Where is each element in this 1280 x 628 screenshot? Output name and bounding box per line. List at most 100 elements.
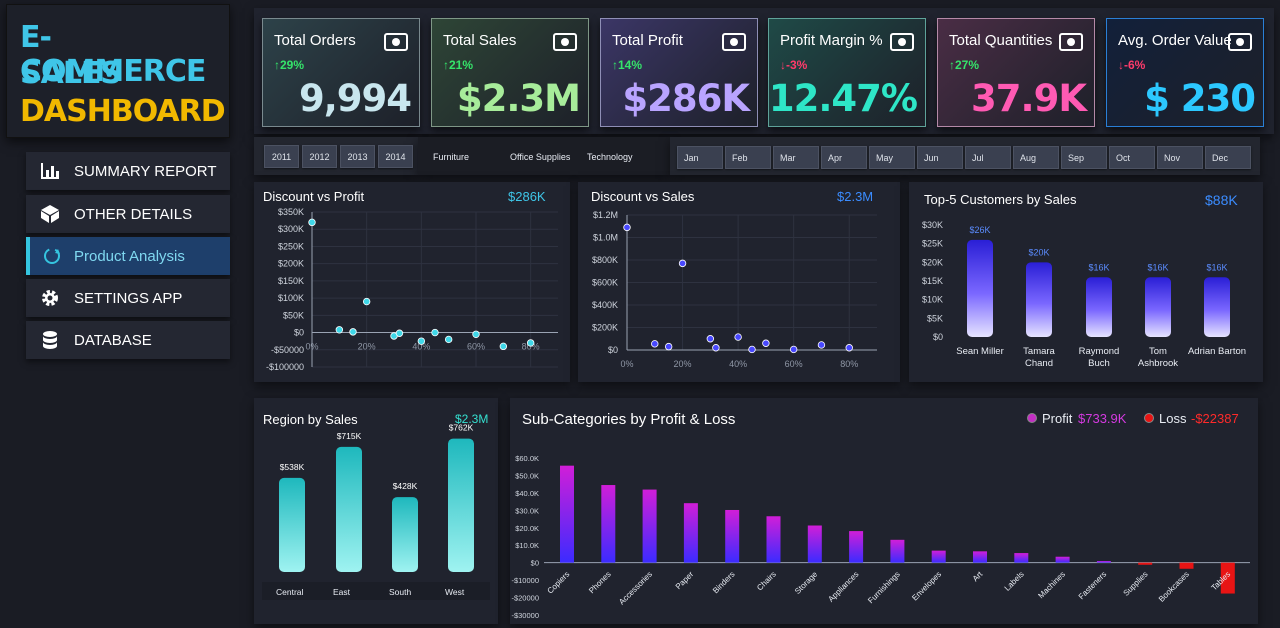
bar (642, 489, 657, 563)
category-label: Binders (711, 570, 737, 596)
category-label: Phones (587, 570, 613, 596)
data-point (417, 337, 426, 345)
kpi-value: 12.47% (768, 77, 918, 120)
kpi-card: Total Profit ↑14% $286K (600, 18, 758, 127)
tick-label: $400K (592, 300, 618, 310)
bar (392, 497, 418, 572)
category-label: Raymond (1079, 346, 1120, 357)
kpi-delta: ↑27% (949, 58, 980, 72)
category-label: West (445, 587, 465, 597)
month-button-dec[interactable]: Dec (1205, 146, 1251, 169)
data-point (817, 341, 826, 349)
logo-line-3: DASHBOARD (20, 94, 226, 129)
top5-panel: Top-5 Customers by Sales $88K $30K $25K $2… (909, 182, 1263, 382)
data-label: $16K (1088, 262, 1109, 272)
category-button[interactable]: Furniture (427, 145, 499, 168)
data-label: $16K (1206, 262, 1227, 272)
kpi-title: Total Sales (443, 32, 517, 49)
region-chart: $538K Central $715K East $428K South $762K West (262, 423, 490, 600)
month-button-oct[interactable]: Oct (1109, 146, 1155, 169)
kpi-delta: ↓-3% (780, 58, 808, 72)
tick-label: 0% (305, 342, 318, 352)
nav-label: OTHER DETAILS (74, 205, 193, 223)
data-label: $26K (969, 225, 990, 235)
month-button-nov[interactable]: Nov (1157, 146, 1203, 169)
tick-label: 40% (729, 359, 747, 369)
data-label: $20K (1028, 247, 1049, 257)
discount-profit-panel: Discount vs Profit $286K $350K $300K $250K… (254, 182, 570, 382)
tick-label: $150K (278, 276, 304, 286)
bar (560, 465, 574, 563)
tick-label: $10.0K (515, 541, 539, 550)
kpi-value: 9,994 (298, 77, 412, 120)
tick-label: $50K (283, 310, 304, 320)
bar (336, 446, 362, 572)
category-label: Buch (1088, 358, 1110, 369)
tick-label: $0 (531, 559, 539, 568)
nav-other-details[interactable]: OTHER DETAILS (26, 195, 230, 233)
bar (1179, 562, 1194, 569)
logo-line-2: SALES (20, 56, 122, 91)
bar (890, 539, 905, 563)
data-point (444, 335, 453, 344)
bar (725, 509, 740, 563)
nav-summary-report[interactable]: SUMMARY REPORT (26, 152, 230, 190)
kpi-card: Total Quantities ↑27% 37.9K (937, 18, 1095, 127)
tick-label: $0 (608, 345, 618, 355)
category-button[interactable]: Technology (581, 145, 653, 168)
category-label: Bookcases (1157, 570, 1191, 604)
kpi-title: Total Quantities (949, 32, 1053, 49)
refresh-icon (30, 246, 74, 266)
nav-label: SUMMARY REPORT (74, 162, 217, 180)
month-button-feb[interactable]: Feb (725, 146, 771, 169)
kpi-delta: ↓-6% (1118, 58, 1146, 72)
boxes-icon (1059, 33, 1083, 51)
month-button-aug[interactable]: Aug (1013, 146, 1059, 169)
tick-label: $30.0K (515, 506, 539, 515)
top5-chart: $30K $25K $20K $15K $10K $5K $0 $26K Sean Miller… (922, 220, 1246, 369)
bar (1026, 262, 1052, 337)
nav-database[interactable]: DATABASE (26, 321, 230, 359)
month-button-apr[interactable]: Apr (821, 146, 867, 169)
year-button-2012[interactable]: 2012 (302, 145, 337, 168)
tick-label: 60% (785, 359, 803, 369)
chart-growth-icon (553, 33, 577, 51)
cash-icon (890, 33, 914, 51)
month-button-sep[interactable]: Sep (1061, 146, 1107, 169)
bar (931, 550, 946, 563)
category-label: Furnishings (866, 570, 902, 606)
tick-label: $25K (922, 239, 943, 249)
tick-label: 0% (620, 359, 633, 369)
bar (849, 531, 864, 563)
cube-icon (26, 204, 74, 224)
month-button-mar[interactable]: Mar (773, 146, 819, 169)
category-label: Sean Miller (956, 346, 1004, 357)
category-label: Labels (1003, 570, 1026, 593)
tick-label: $300K (278, 224, 304, 234)
tick-label: $50.0K (515, 471, 539, 480)
tick-label: 20% (358, 342, 376, 352)
data-point (623, 223, 631, 232)
year-button-2014[interactable]: 2014 (378, 145, 413, 168)
tick-label: $200K (592, 323, 618, 333)
gear-icon (26, 288, 74, 308)
tick-label: $60.0K (515, 454, 539, 463)
tick-label: $350K (278, 207, 304, 217)
kpi-value: 37.9K (971, 77, 1087, 120)
year-button-2013[interactable]: 2013 (340, 145, 375, 168)
category-button[interactable]: Office Supplies (504, 145, 576, 168)
bar (1138, 562, 1153, 565)
nav-settings-app[interactable]: SETTINGS APP (26, 279, 230, 317)
data-point (706, 335, 715, 343)
subcat-chart: $60.0K $50.0K $40.0K $30.0K $20.0K $10.0K $0 -$… (511, 454, 1250, 620)
month-button-jan[interactable]: Jan (677, 146, 723, 169)
data-point (734, 333, 742, 341)
nav-product-analysis[interactable]: Product Analysis (26, 237, 230, 275)
data-point (472, 330, 480, 338)
category-label: Accessories (617, 570, 654, 607)
year-button-2011[interactable]: 2011 (264, 145, 299, 168)
tick-label: -$30000 (511, 611, 539, 620)
month-button-jul[interactable]: Jul (965, 146, 1011, 169)
month-button-jun[interactable]: Jun (917, 146, 963, 169)
month-button-may[interactable]: May (869, 146, 915, 169)
